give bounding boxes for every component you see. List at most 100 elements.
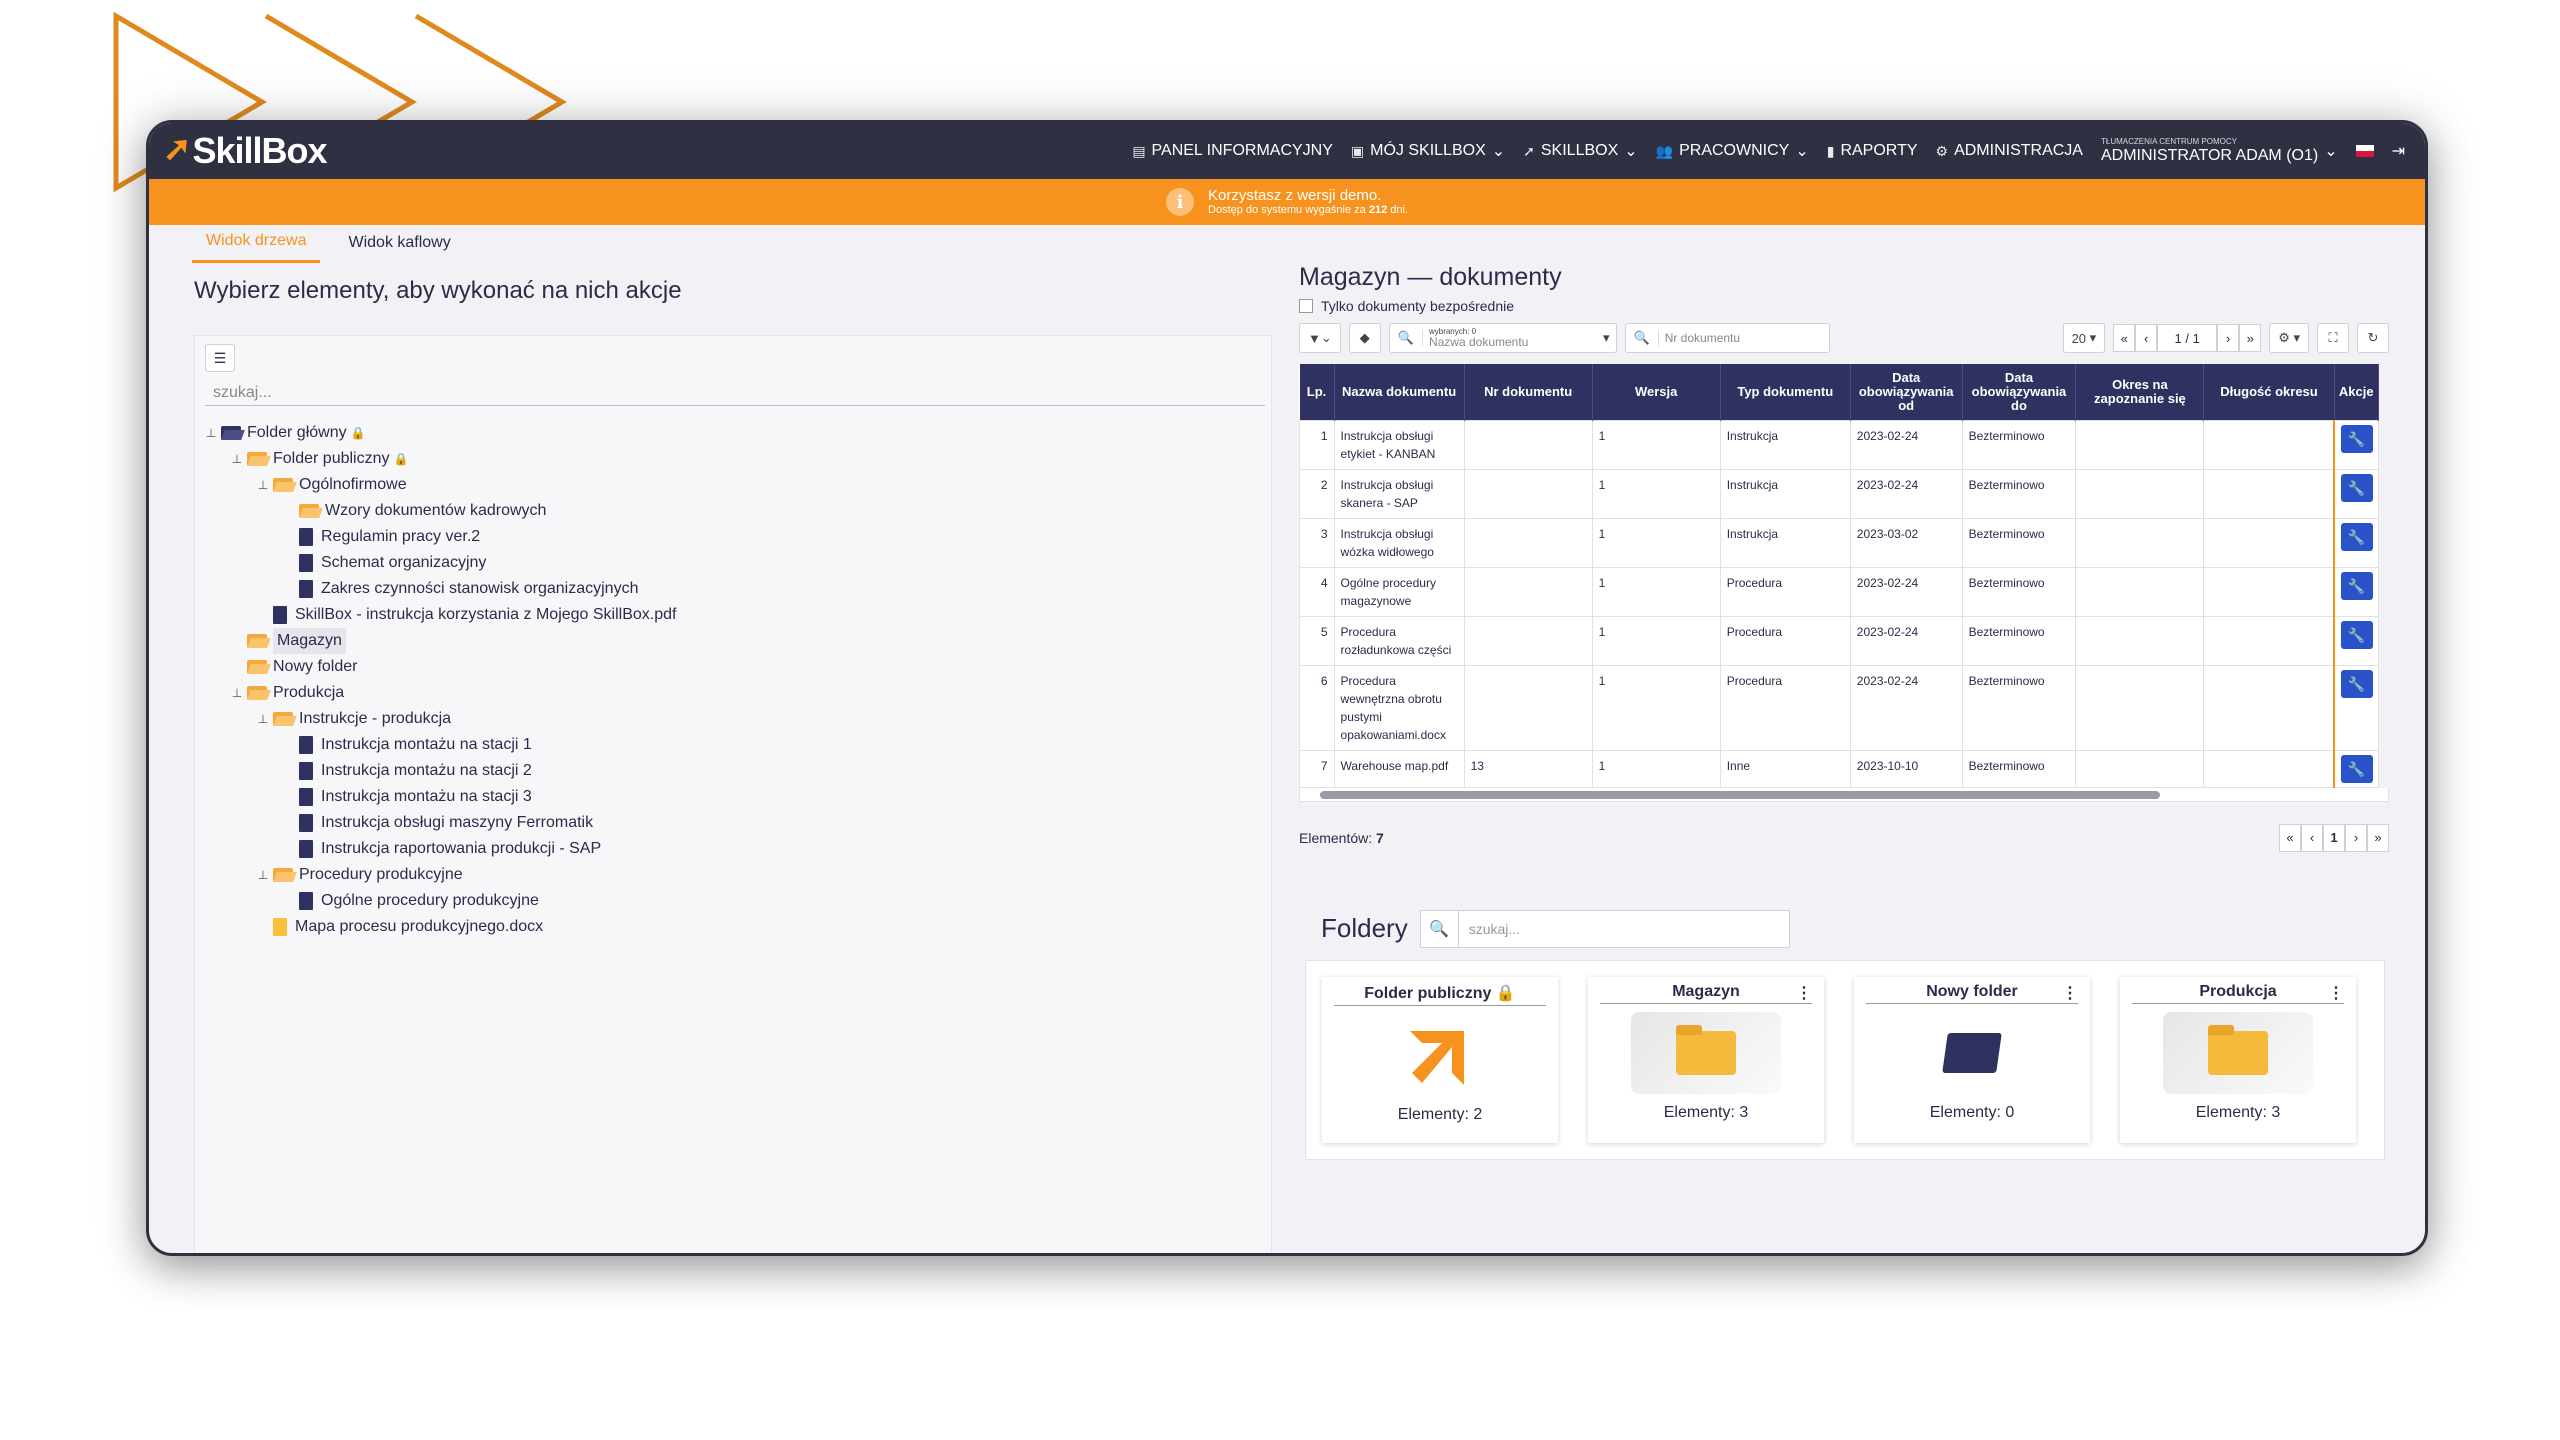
tree-node[interactable]: Instrukcja obsługi maszyny Ferromatik — [205, 810, 676, 836]
scrollbar-thumb[interactable] — [1320, 790, 2160, 799]
nr-document-input[interactable]: 🔍 Nr dokumentu — [1624, 323, 1830, 353]
tree-node[interactable]: Mapa procesu produkcyjnego.docx — [205, 914, 676, 940]
tree-node-selected[interactable]: Magazyn — [205, 628, 676, 654]
table-cell: Bezterminowo — [1961, 468, 2077, 519]
prev-page-button[interactable]: ‹ — [2301, 823, 2323, 852]
wrench-icon[interactable]: 🔧 — [2340, 669, 2373, 698]
tree-node[interactable]: Instrukcja montażu na stacji 3 — [205, 784, 676, 810]
tree-search-input[interactable]: szukaj... — [205, 380, 1265, 406]
table-row[interactable]: 6 Procedura wewnętrzna obrotu pustymi opa… — [1299, 664, 2380, 751]
filter-dropdown[interactable]: ▼ ⌄ — [1299, 323, 1341, 353]
collapse-icon[interactable]: ⊥ — [257, 862, 269, 888]
folder-card[interactable]: Magazyn ⋮ Elementy: 3 — [1588, 976, 1824, 1143]
settings-dropdown[interactable]: ⚙ ▾ — [2269, 323, 2309, 353]
folder-card[interactable]: Produkcja ⋮ Elementy: 3 — [2120, 976, 2356, 1143]
wrench-icon[interactable]: 🔧 — [2340, 424, 2373, 453]
last-page-button[interactable]: » — [2239, 324, 2262, 352]
tree-node[interactable]: SkillBox - instrukcja korzystania z Moje… — [205, 602, 676, 628]
nav-administration[interactable]: ⚙ ADMINISTRACJA — [1936, 142, 2083, 160]
more-options-icon[interactable]: ⋮ — [2062, 983, 2078, 1003]
page-size-select[interactable]: 20 ▾ — [2062, 323, 2106, 353]
polish-flag-icon[interactable] — [2355, 145, 2374, 157]
name-filter-select[interactable]: 🔍 wybranych: 0 Nazwa dokumentu ▾ — [1388, 323, 1617, 353]
list-toggle-button[interactable]: ☰ — [205, 344, 235, 372]
last-page-button[interactable]: » — [2367, 823, 2389, 852]
tree-node[interactable]: Schemat organizacyjny — [205, 550, 676, 576]
table-cell — [1463, 664, 1593, 751]
first-page-button[interactable]: « — [2279, 823, 2301, 852]
table-row[interactable]: 5 Procedura rozładunkowa części 1 Procedura… — [1299, 615, 2380, 666]
table-row[interactable]: 2 Instrukcja obsługi skanera - SAP 1 Instru… — [1299, 468, 2380, 519]
nav-skillbox[interactable]: ➚ SKILLBOX ⌄ — [1523, 141, 1638, 161]
collapse-icon[interactable]: ⊥ — [205, 420, 217, 446]
collapse-icon[interactable]: ⊥ — [231, 680, 243, 706]
wrench-icon[interactable]: 🔧 — [2340, 754, 2373, 783]
nav-my-skillbox[interactable]: ▣ MÓJ SKILLBOX ⌄ — [1351, 141, 1505, 161]
col-nr[interactable]: Nr dokumentu — [1464, 364, 1593, 420]
collapse-icon[interactable]: ⊥ — [257, 706, 269, 732]
wrench-icon[interactable]: 🔧 — [2340, 620, 2373, 649]
tree-node[interactable]: ⊥ Ogólnofirmowe — [205, 472, 676, 498]
table-row[interactable]: 4 Ogólne procedury magazynowe 1 Procedura 20… — [1299, 566, 2380, 617]
folder-card[interactable]: Nowy folder ⋮ Elementy: 0 — [1854, 976, 2090, 1143]
wrench-icon[interactable]: 🔧 — [2340, 571, 2373, 600]
first-page-button[interactable]: « — [2113, 324, 2136, 352]
skillbox-logo[interactable]: ➚ SkillBox — [163, 130, 328, 172]
col-type[interactable]: Typ dokumentu — [1720, 364, 1851, 420]
col-period[interactable]: Okres na zapoznanie się — [2075, 364, 2205, 420]
refresh-button[interactable]: ↻ — [2357, 323, 2389, 353]
col-lp[interactable]: Lp. — [1299, 364, 1335, 420]
tree-node[interactable]: Ogólne procedury produkcyjne — [205, 888, 676, 914]
folder-open-icon — [247, 686, 267, 700]
tree-node[interactable]: Instrukcja montażu na stacji 1 — [205, 732, 676, 758]
nav-reports[interactable]: ▮ RAPORTY — [1827, 142, 1918, 160]
tree-node[interactable]: ⊥ Instrukcje - produkcja — [205, 706, 676, 732]
tree-node[interactable]: Wzory dokumentów kadrowych — [205, 498, 676, 524]
table-cell: 1 — [1591, 664, 1721, 751]
folders-search[interactable]: 🔍 szukaj... — [1419, 909, 1790, 948]
tree-node[interactable]: ⊥ Folder publiczny 🔒 — [205, 446, 676, 472]
tree-node[interactable]: Instrukcja raportowania produkcji - SAP — [205, 836, 676, 862]
nav-dashboard[interactable]: ▤ PANEL INFORMACYJNY — [1132, 142, 1333, 160]
tree-node[interactable]: Nowy folder — [205, 654, 676, 680]
table-row[interactable]: 3 Instrukcja obsługi wózka widłowego 1 Inst… — [1299, 517, 2380, 568]
current-page[interactable]: 1 — [2323, 823, 2345, 852]
tree-node[interactable]: Regulamin pracy ver.2 — [205, 524, 676, 550]
tree-node[interactable]: ⊥ Folder główny 🔒 — [205, 420, 676, 446]
checkbox[interactable] — [1299, 299, 1313, 313]
col-name[interactable]: Nazwa dokumentu — [1334, 364, 1465, 420]
next-page-button[interactable]: › — [2217, 324, 2240, 352]
more-options-icon[interactable]: ⋮ — [1796, 983, 1812, 1003]
more-options-icon[interactable]: ⋮ — [2328, 983, 2344, 1003]
wrench-icon[interactable]: 🔧 — [2340, 473, 2373, 502]
nav-employees[interactable]: 👥 PRACOWNICY ⌄ — [1656, 141, 1809, 161]
dashboard-icon: ▤ — [1132, 142, 1146, 159]
clear-filter-button[interactable]: ◆ — [1348, 323, 1381, 353]
col-version[interactable]: Wersja — [1592, 364, 1721, 420]
prev-page-button[interactable]: ‹ — [2135, 324, 2158, 352]
col-length[interactable]: Długość okresu — [2203, 364, 2335, 420]
col-date-to[interactable]: Data obowiązywania do — [1962, 364, 2077, 420]
wrench-icon[interactable]: 🔧 — [2340, 522, 2373, 551]
tree-node[interactable]: Zakres czynności stanowisk organizacyjny… — [205, 576, 676, 602]
fullscreen-button[interactable]: ⛶ — [2317, 323, 2349, 353]
table-row[interactable]: 7 Warehouse map.pdf 13 1 Inne 2023-10-10 Bezte… — [1299, 749, 2380, 788]
folder-card[interactable]: Folder publiczny 🔒 Elementy: 2 — [1322, 976, 1558, 1143]
tab-tree-view[interactable]: Widok drzewa — [192, 224, 321, 263]
tree-node[interactable]: Instrukcja montażu na stacji 2 — [205, 758, 676, 784]
help-translations-link[interactable]: Tłumaczenia centrum pomocy — [2101, 138, 2318, 146]
user-menu[interactable]: Tłumaczenia centrum pomocy ADMINISTRATOR … — [2101, 138, 2338, 164]
logout-icon[interactable]: ⇥ — [2392, 141, 2405, 161]
next-page-button[interactable]: › — [2345, 823, 2367, 852]
document-icon — [299, 528, 313, 546]
tab-tile-view[interactable]: Widok kaflowy — [348, 234, 450, 252]
table-row[interactable]: 1 Instrukcja obsługi etykiet - KANBAN 1 Ins… — [1299, 419, 2380, 470]
tree-node[interactable]: ⊥ Produkcja — [205, 680, 676, 706]
collapse-icon[interactable]: ⊥ — [231, 446, 243, 472]
page-indicator[interactable]: 1 / 1 — [2157, 324, 2218, 352]
col-date-from[interactable]: Data obowiązywania od — [1850, 364, 1963, 420]
collapse-icon[interactable]: ⊥ — [257, 472, 269, 498]
only-direct-checkbox[interactable]: Tylko dokumenty bezpośrednie — [1299, 298, 2389, 314]
tree-node[interactable]: ⊥ Procedury produkcyjne — [205, 862, 676, 888]
horizontal-scrollbar[interactable] — [1299, 787, 2389, 802]
